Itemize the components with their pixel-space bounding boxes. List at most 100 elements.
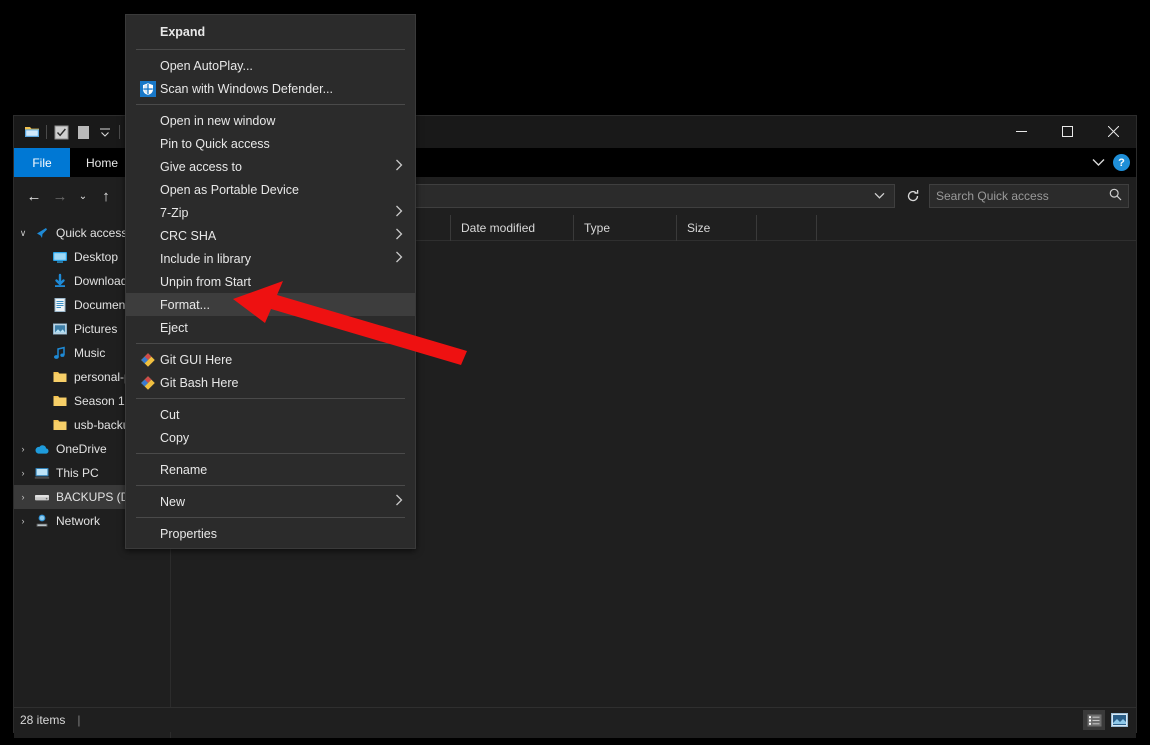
submenu-chevron-right-icon (395, 205, 405, 220)
menu-item-label: CRC SHA (160, 229, 395, 243)
menu-item-label: Open in new window (160, 114, 405, 128)
menu-item-label: Scan with Windows Defender... (160, 82, 405, 96)
downloads-icon (50, 273, 70, 289)
menu-item-crc-sha[interactable]: CRC SHA (126, 224, 415, 247)
sidebar-item-label: Season 1 (74, 394, 125, 408)
screen: File Home ? ← → ⌄ ↑ (0, 0, 1150, 745)
documents-icon (50, 297, 70, 313)
menu-item-unpin-from-start[interactable]: Unpin from Start (126, 270, 415, 293)
menu-item-label: Format... (160, 298, 405, 312)
menu-item-rename[interactable]: Rename (126, 458, 415, 481)
status-bar: 28 items | (14, 707, 1136, 732)
search-input[interactable]: Search Quick access (929, 184, 1129, 208)
column-header-date-modified[interactable]: Date modified (451, 215, 574, 241)
menu-item-label: Pin to Quick access (160, 137, 405, 151)
column-header-type[interactable]: Type (574, 215, 677, 241)
expand-chevron-icon[interactable]: › (14, 444, 32, 454)
menu-separator (136, 49, 405, 50)
pictures-icon (50, 321, 70, 337)
submenu-chevron-right-icon (395, 494, 405, 509)
menu-item-label: Git GUI Here (160, 353, 405, 367)
onedrive-icon (32, 441, 52, 457)
menu-item-eject[interactable]: Eject (126, 316, 415, 339)
status-separator: | (77, 713, 80, 727)
help-icon[interactable]: ? (1113, 154, 1130, 171)
menu-separator (136, 104, 405, 105)
expand-ribbon-chevron-down-icon[interactable] (1092, 154, 1105, 172)
menu-item-label: Copy (160, 431, 405, 445)
column-header-size[interactable]: Size (677, 215, 757, 241)
drive-icon (32, 489, 52, 505)
menu-item-cut[interactable]: Cut (126, 403, 415, 426)
menu-item-label: Open AutoPlay... (160, 59, 405, 73)
menu-item-give-access-to[interactable]: Give access to (126, 155, 415, 178)
submenu-chevron-right-icon (395, 159, 405, 174)
new-folder-icon[interactable] (72, 121, 94, 143)
menu-item-open-as-portable-device[interactable]: Open as Portable Device (126, 178, 415, 201)
expand-chevron-icon[interactable]: › (14, 492, 32, 502)
customize-dropdown-icon[interactable] (94, 121, 116, 143)
menu-item-7-zip[interactable]: 7-Zip (126, 201, 415, 224)
menu-item-include-in-library[interactable]: Include in library (126, 247, 415, 270)
menu-item-label: Cut (160, 408, 405, 422)
column-header-name[interactable] (757, 215, 817, 241)
menu-item-properties[interactable]: Properties (126, 522, 415, 545)
menu-separator (136, 485, 405, 486)
quick-access-toolbar (14, 121, 123, 143)
maximize-button[interactable] (1044, 116, 1090, 147)
menu-item-label: Open as Portable Device (160, 183, 405, 197)
sidebar-item-label: Network (56, 514, 100, 528)
network-icon (32, 513, 52, 529)
menu-item-label: 7-Zip (160, 206, 395, 220)
large-icons-view-icon[interactable] (1108, 710, 1130, 730)
sidebar-item-label: Desktop (74, 250, 118, 264)
search-placeholder: Search Quick access (936, 189, 1109, 203)
menu-item-format[interactable]: Format... (126, 293, 415, 316)
item-count-label: 28 items (20, 713, 65, 727)
menu-item-new[interactable]: New (126, 490, 415, 513)
toolbar-divider (46, 125, 47, 139)
menu-item-expand[interactable]: Expand (126, 19, 415, 45)
expand-chevron-icon[interactable]: › (14, 468, 32, 478)
close-button[interactable] (1090, 116, 1136, 147)
up-button[interactable]: ↑ (93, 183, 119, 209)
menu-item-open-autoplay[interactable]: Open AutoPlay... (126, 54, 415, 77)
menu-item-git-bash-here[interactable]: Git Bash Here (126, 371, 415, 394)
menu-item-label: Include in library (160, 252, 395, 266)
menu-item-open-in-new-window[interactable]: Open in new window (126, 109, 415, 132)
window-controls (998, 116, 1136, 147)
address-chevron-down-icon[interactable] (868, 185, 890, 207)
menu-item-label: Git Bash Here (160, 376, 405, 390)
menu-item-scan-with-windows-defender[interactable]: Scan with Windows Defender... (126, 77, 415, 100)
folder-icon (50, 369, 70, 385)
submenu-chevron-right-icon (395, 251, 405, 266)
menu-separator (136, 517, 405, 518)
tab-file[interactable]: File (14, 148, 70, 177)
expand-chevron-icon[interactable]: ∨ (14, 228, 32, 239)
menu-item-label: Rename (160, 463, 405, 477)
menu-item-label: Expand (160, 25, 405, 39)
back-button[interactable]: ← (21, 183, 47, 209)
details-view-icon[interactable] (1083, 710, 1105, 730)
refresh-button[interactable] (901, 184, 925, 208)
menu-item-label: Give access to (160, 160, 395, 174)
forward-button[interactable]: → (47, 183, 73, 209)
properties-checkbox-icon[interactable] (50, 121, 72, 143)
menu-item-git-gui-here[interactable]: Git GUI Here (126, 348, 415, 371)
menu-item-label: Unpin from Start (160, 275, 405, 289)
menu-item-label: Eject (160, 321, 405, 335)
menu-separator (136, 398, 405, 399)
menu-item-copy[interactable]: Copy (126, 426, 415, 449)
search-icon[interactable] (1109, 188, 1122, 204)
toolbar-divider-2 (119, 125, 120, 139)
menu-item-pin-to-quick-access[interactable]: Pin to Quick access (126, 132, 415, 155)
sidebar-item-label: OneDrive (56, 442, 107, 456)
folder-icon[interactable] (21, 121, 43, 143)
defender-shield-icon (136, 81, 160, 97)
minimize-button[interactable] (998, 116, 1044, 147)
context-menu[interactable]: Expand Open AutoPlay... Scan with Windows … (125, 14, 416, 549)
expand-chevron-icon[interactable]: › (14, 516, 32, 526)
menu-item-label: Properties (160, 527, 405, 541)
folder-icon (50, 417, 70, 433)
recent-locations-chevron-down-icon[interactable]: ⌄ (73, 183, 93, 209)
